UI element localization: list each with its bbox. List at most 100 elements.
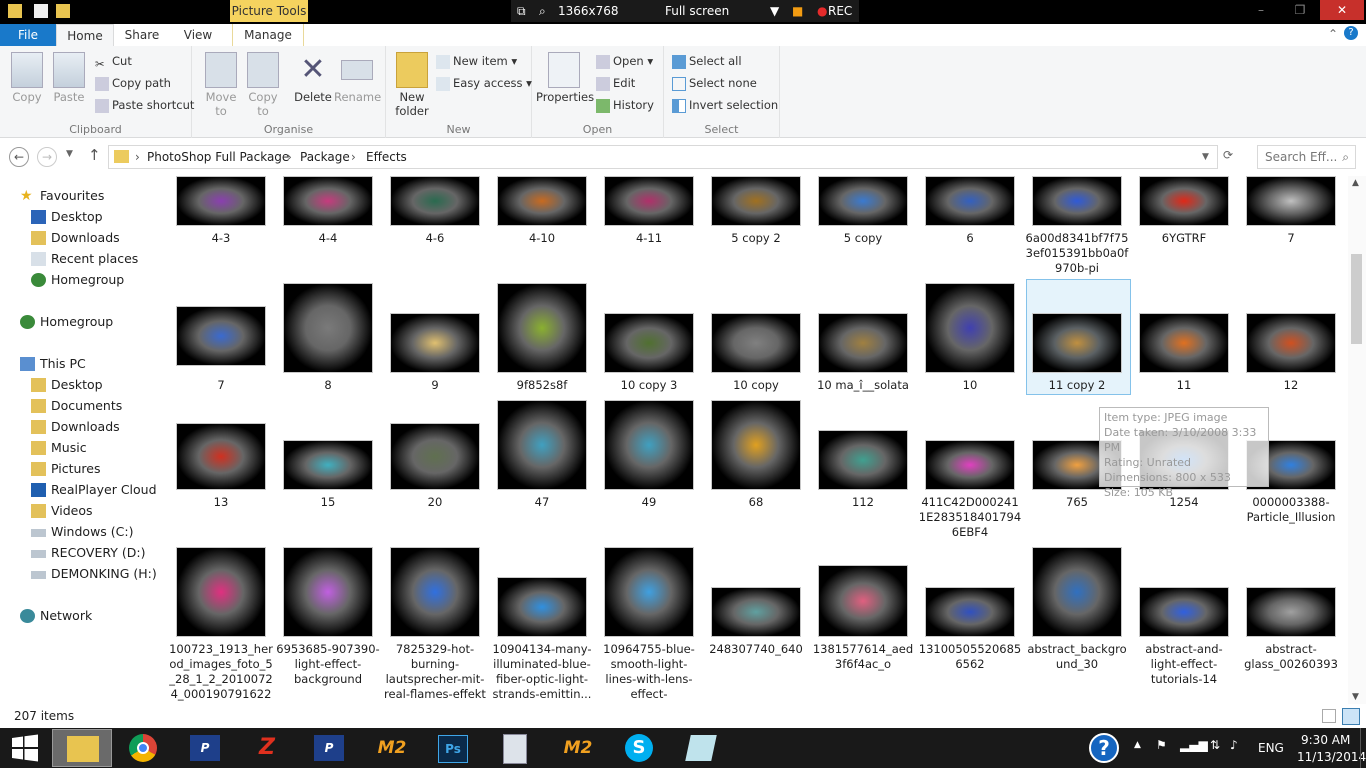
file-name[interactable]: 47 [490,495,594,510]
taskbar-app-m2b[interactable]: M2 [548,729,608,767]
maximize-button[interactable]: ❐ [1282,3,1318,17]
thumbnail-image[interactable] [1032,176,1122,226]
tab-manage[interactable]: Manage [232,24,304,46]
easy-access-button[interactable]: Easy access ▾ [436,74,532,92]
breadcrumb-photoshop[interactable]: PhotoShop Full Package [147,150,289,164]
scroll-up-icon[interactable]: ▲ [1352,178,1359,188]
close-button[interactable]: ✕ [1320,0,1364,20]
file-name[interactable]: 6953685-907390-light-effect-background [276,642,380,687]
tab-view[interactable]: View [172,24,224,46]
taskbar-app-z[interactable]: Z [238,729,298,767]
thumbnail-image[interactable] [1139,313,1229,373]
file-name[interactable]: 20 [383,495,487,510]
file-name[interactable]: abstract-and-light-effect-tutorials-14 [1132,642,1236,687]
tab-home[interactable]: Home [56,24,114,46]
taskbar-skype[interactable]: S [610,729,670,767]
file-name[interactable]: 411C42D0002411E2835184017946EBF4 [918,495,1022,540]
rename-button[interactable]: Rename [334,52,381,104]
thumbnail-image[interactable] [497,283,587,373]
file-name[interactable]: 6 [918,231,1022,246]
move-to-button[interactable]: Move to [202,52,240,118]
clock-time[interactable]: 9:30 AM [1301,733,1350,747]
edit-button[interactable]: Edit [596,74,635,92]
thumbnail-image[interactable] [1032,547,1122,637]
file-name[interactable]: 4-6 [383,231,487,246]
history-button[interactable]: History [596,96,654,114]
thumbnail-image[interactable] [176,547,266,637]
camera-icon[interactable]: ■ [792,4,803,18]
file-name[interactable]: 68 [704,495,808,510]
minimize-button[interactable]: – [1241,3,1281,17]
help-tray-icon[interactable]: ? [1089,733,1119,763]
thumbnail-image[interactable] [604,313,694,373]
thumbnail-image[interactable] [283,547,373,637]
scroll-down-icon[interactable]: ▼ [1352,692,1359,702]
delete-button[interactable]: ✕ Delete [292,52,334,104]
flag-icon[interactable]: ⚑ [1156,738,1167,752]
invert-selection-button[interactable]: Invert selection [672,96,778,114]
show-hidden-icons[interactable]: ▲ [1134,740,1141,750]
thumbnail-image[interactable] [925,283,1015,373]
thumbnail-image[interactable] [390,313,480,373]
thumbnail-image[interactable] [604,400,694,490]
breadcrumb-chevron-icon[interactable]: › [135,150,140,164]
breadcrumb-chevron-icon[interactable]: › [351,150,356,164]
thumbnail-image[interactable] [711,400,801,490]
thumbnail-image[interactable] [604,176,694,226]
mode-label[interactable]: Full screen [665,4,729,18]
new-item-button[interactable]: New item ▾ [436,52,517,70]
file-name[interactable]: 248307740_640 [704,642,808,657]
breadcrumb-package[interactable]: Package [300,150,350,164]
taskbar-chrome[interactable] [114,729,174,767]
tab-file[interactable]: File [0,24,56,46]
file-name[interactable]: abstract_background_30 [1025,642,1129,672]
forward-button[interactable]: → [37,147,57,167]
file-name[interactable]: 7825329-hot-burning-lautsprecher-mit-rea… [383,642,487,702]
file-name[interactable]: 5 copy [811,231,915,246]
cut-button[interactable]: ✂ Cut [95,52,132,71]
new-folder-button[interactable]: New folder [392,52,432,118]
vertical-scrollbar[interactable]: ▲ ▼ [1348,176,1366,704]
refresh-icon[interactable]: ⟳ [1223,148,1233,162]
breadcrumb-effects[interactable]: Effects [366,150,407,164]
scrollbar-thumb[interactable] [1351,254,1362,344]
file-name[interactable]: 49 [597,495,701,510]
file-name[interactable]: 10964755-blue-smooth-light-lines-with-le… [597,642,701,704]
show-desktop-button[interactable] [1360,728,1366,768]
thumbnail-image[interactable] [1246,587,1336,637]
thumbnail-image[interactable] [711,313,801,373]
thumbnail-image[interactable] [818,176,908,226]
thumbnail-image[interactable] [283,283,373,373]
open-button[interactable]: Open ▾ [596,52,653,70]
file-name[interactable]: 10 [918,378,1022,393]
file-name[interactable]: 100723_1913_herod_images_foto_5_28_1_2_2… [169,642,273,702]
file-name[interactable]: 9f852s8f [490,378,594,393]
file-name[interactable]: 4-3 [169,231,273,246]
clock-date[interactable]: 11/13/2014 [1297,750,1366,764]
taskbar-file-explorer[interactable] [52,729,112,767]
file-name[interactable]: 6a00d8341bf7f753ef015391bb0a0f970b-pi [1025,231,1129,276]
file-name[interactable]: 10 copy [704,378,808,393]
thumbnail-image[interactable] [711,587,801,637]
tab-share[interactable]: Share [116,24,168,46]
select-none-button[interactable]: Select none [672,74,757,92]
file-name[interactable]: 1381577614_aed3f6f4ac_o [811,642,915,672]
properties-icon[interactable] [34,4,48,18]
thumbnail-image[interactable] [818,565,908,637]
file-name[interactable]: 4-4 [276,231,380,246]
file-name[interactable]: 10 copy 3 [597,378,701,393]
address-dropdown-icon[interactable]: ▼ [1202,152,1209,162]
zoom-icon[interactable]: ⌕ [539,4,546,19]
signal-icon[interactable]: ▂▄▆ [1180,738,1208,752]
file-name[interactable]: 11 [1132,378,1236,393]
file-name[interactable]: 6YGTRF [1132,231,1236,246]
volume-icon[interactable]: ♪ [1230,738,1238,752]
chevron-up-icon[interactable]: ⌃ [1328,27,1338,41]
thumbnail-image[interactable] [925,440,1015,490]
address-box[interactable]: › PhotoShop Full Package › Package › Eff… [108,145,1218,169]
thumbnail-image[interactable] [497,176,587,226]
taskbar-app-m2[interactable]: M2 [362,729,422,767]
taskbar-app-pb2[interactable]: P [300,729,360,767]
start-button[interactable] [0,729,50,767]
thumbnail-image[interactable] [1139,587,1229,637]
